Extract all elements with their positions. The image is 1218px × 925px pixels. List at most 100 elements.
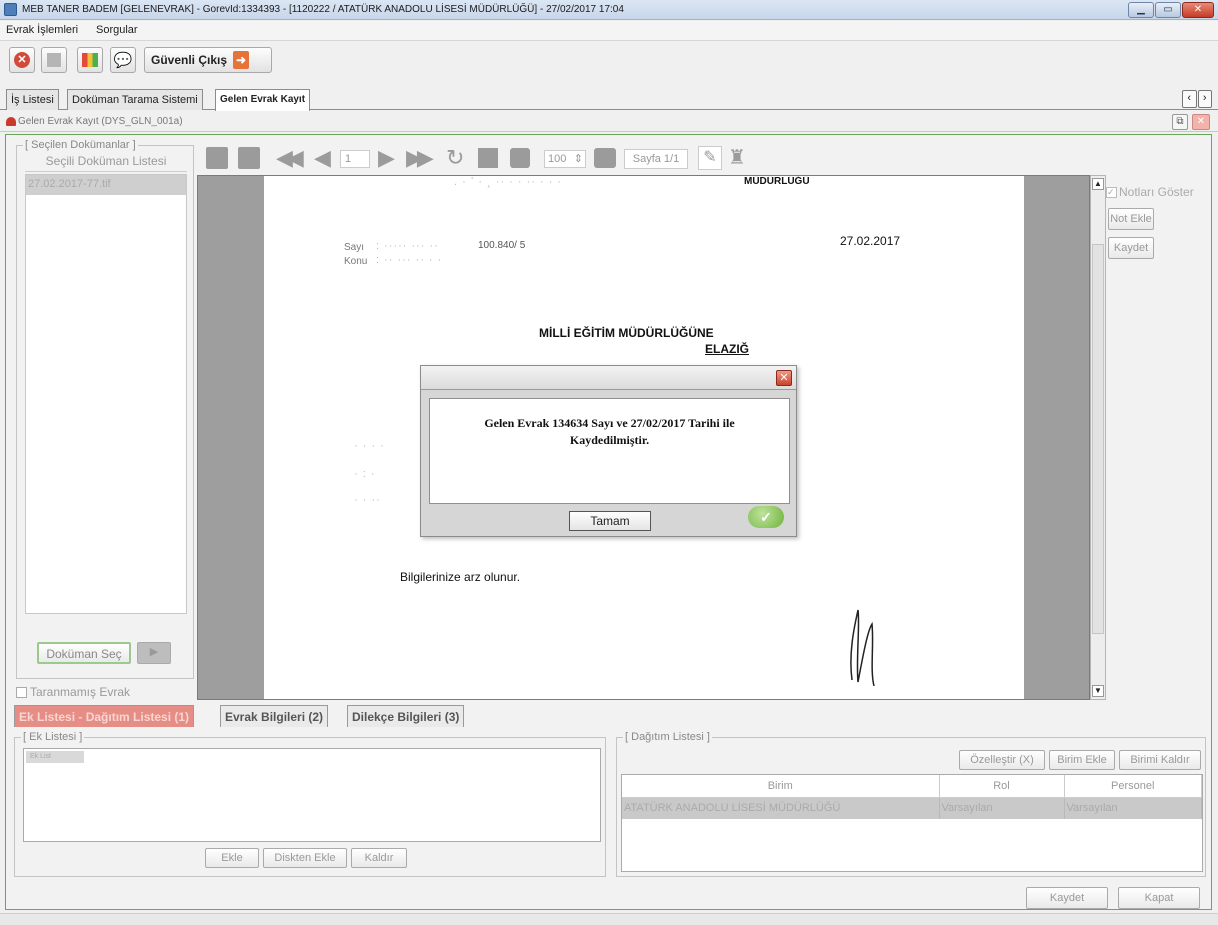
disabled-tool-button[interactable] bbox=[41, 47, 67, 73]
zoom-spin-icon[interactable]: ⇕ bbox=[574, 151, 583, 167]
fit-page-icon[interactable] bbox=[478, 148, 498, 168]
add-note-button[interactable]: Not Ekle bbox=[1108, 208, 1154, 230]
dialog-close-button[interactable]: ✕ bbox=[776, 370, 792, 386]
cancel-icon: ✕ bbox=[14, 52, 30, 68]
status-strip bbox=[0, 913, 1218, 925]
document-header: MÜDÜRLÜĞÜ bbox=[744, 176, 810, 187]
confirmation-dialog: ✕ Gelen Evrak 134634 Sayı ve 27/02/2017 … bbox=[420, 365, 797, 537]
birim-ekle-button[interactable]: Birim Ekle bbox=[1049, 750, 1115, 770]
select-document-button[interactable]: Doküman Seç bbox=[37, 642, 131, 664]
chat-icon: 💬 bbox=[113, 52, 133, 69]
menu-sorgular[interactable]: Sorgular bbox=[96, 24, 138, 36]
rotate-icon[interactable]: ↻ bbox=[446, 145, 464, 171]
last-page-icon[interactable]: ▶▶ bbox=[406, 147, 434, 169]
scroll-thumb[interactable] bbox=[1092, 244, 1104, 634]
main-toolbar: ✕ 💬 Güvenli Çıkış ➜ bbox=[0, 42, 1218, 80]
scan-button[interactable]: ▶ bbox=[137, 642, 171, 664]
unscanned-checkbox-row[interactable]: Taranmamış Evrak bbox=[16, 685, 130, 699]
ek-listesi-group: [ Ek Listesi ] Ek List Ekle Diskten Ekle… bbox=[14, 731, 606, 877]
ek-listesi-list[interactable]: Ek List bbox=[23, 748, 601, 842]
window-titlebar: MEB TANER BADEM [GELENEVRAK] - GorevId:1… bbox=[0, 0, 1218, 20]
ozellestir-button[interactable]: Özelleştir (X) bbox=[959, 750, 1045, 770]
document-closing: Bilgilerinize arz olunur. bbox=[400, 570, 521, 584]
frame-heart-icon bbox=[6, 117, 16, 126]
folder-icon[interactable] bbox=[206, 147, 228, 169]
kaydet-button[interactable]: Kaydet bbox=[1026, 887, 1108, 909]
diskten-ekle-button[interactable]: Diskten Ekle bbox=[263, 848, 347, 868]
zoom-input[interactable]: 100 ⇕ bbox=[544, 150, 586, 168]
col-personel[interactable]: Personel bbox=[1064, 775, 1202, 798]
tab-right-icon[interactable]: › bbox=[1197, 90, 1212, 108]
stamp-icon[interactable]: ♜ bbox=[728, 146, 746, 170]
ek-listesi-legend: [ Ek Listesi ] bbox=[21, 731, 85, 743]
prev-page-icon[interactable]: ◀ bbox=[314, 147, 331, 169]
document-list[interactable]: 27.02.2017-77.tif bbox=[25, 174, 187, 614]
first-page-icon[interactable]: ◀◀ bbox=[276, 147, 304, 169]
secure-exit-button[interactable]: Güvenli Çıkış ➜ bbox=[144, 47, 272, 73]
show-notes-checkbox[interactable]: ✓ bbox=[1106, 186, 1117, 198]
cancel-button[interactable]: ✕ bbox=[9, 47, 35, 73]
dialog-message-line1: Gelen Evrak 134634 Sayı ve 27/02/2017 Ta… bbox=[484, 416, 735, 430]
col-rol[interactable]: Rol bbox=[939, 775, 1065, 798]
frame-title: Gelen Evrak Kayıt (DYS_GLN_001a) bbox=[18, 116, 183, 127]
dialog-ok-button[interactable]: Tamam bbox=[569, 511, 651, 531]
tab-dilekce-bilgileri[interactable]: Dilekçe Bilgileri (3) bbox=[347, 705, 465, 727]
document-konu-blur: : ·· ··· ·· · · bbox=[376, 254, 443, 266]
document-addressee: MİLLİ EĞİTİM MÜDÜRLÜĞÜNE bbox=[539, 326, 714, 340]
scroll-down-icon[interactable]: ▼ bbox=[1092, 685, 1104, 697]
dagitim-table-wrap: Birim Rol Personel ATATÜRK ANADOLU LİSES… bbox=[621, 774, 1203, 872]
tab-gelen-evrak-kayit[interactable]: Gelen Evrak Kayıt bbox=[215, 89, 311, 111]
dialog-titlebar: ✕ bbox=[421, 366, 796, 390]
page-indicator: Sayfa 1/1 bbox=[624, 149, 688, 169]
frame-header: Gelen Evrak Kayıt (DYS_GLN_001a) ⧉ ✕ bbox=[0, 112, 1218, 132]
close-frame-button[interactable]: ✕ bbox=[1192, 114, 1210, 130]
viewer-scrollbar[interactable]: ▲ ▼ bbox=[1090, 175, 1106, 700]
document-sayi-label: Sayı bbox=[344, 242, 365, 253]
save-icon[interactable] bbox=[238, 147, 260, 169]
document-sayi-blur: : ····· ··· ·· bbox=[376, 240, 439, 252]
scan-arrow-icon: ▶ bbox=[149, 646, 159, 658]
menu-evrak-islemleri[interactable]: Evrak İşlemleri bbox=[6, 24, 78, 36]
dagitim-listesi-group: [ Dağıtım Listesi ] Özelleştir (X) Birim… bbox=[616, 731, 1206, 877]
restore-frame-button[interactable]: ⧉ bbox=[1172, 114, 1188, 130]
notes-panel: ✓ Notları Göster Not Ekle Kaydet bbox=[1106, 175, 1206, 700]
messages-button[interactable]: 💬 bbox=[110, 47, 136, 73]
print-icon[interactable] bbox=[594, 148, 616, 168]
dagitim-table: Birim Rol Personel ATATÜRK ANADOLU LİSES… bbox=[622, 775, 1202, 819]
birimi-kaldir-button[interactable]: Birimi Kaldır bbox=[1119, 750, 1201, 770]
annotate-icon[interactable]: ✎ bbox=[698, 146, 722, 170]
unscanned-checkbox[interactable] bbox=[16, 686, 27, 698]
modules-button[interactable] bbox=[77, 47, 103, 73]
row-personel: Varsayılan bbox=[1064, 797, 1202, 819]
scroll-up-icon[interactable]: ▲ bbox=[1092, 178, 1104, 190]
page-number-input[interactable]: 1 bbox=[340, 150, 370, 168]
ek-list-item[interactable]: Ek List bbox=[26, 751, 84, 763]
blank-icon bbox=[47, 53, 61, 67]
secure-exit-label: Güvenli Çıkış bbox=[151, 53, 228, 67]
tab-ek-dagitim[interactable]: Ek Listesi - Dağıtım Listesi (1) bbox=[14, 705, 195, 727]
minimize-button[interactable]: ▁ bbox=[1128, 2, 1154, 18]
col-birim[interactable]: Birim bbox=[622, 775, 940, 798]
save-note-button[interactable]: Kaydet bbox=[1108, 237, 1154, 259]
close-window-button[interactable]: ✕ bbox=[1182, 2, 1214, 18]
ekle-button[interactable]: Ekle bbox=[205, 848, 259, 868]
tab-is-listesi[interactable]: İş Listesi bbox=[6, 89, 59, 110]
tab-evrak-bilgileri[interactable]: Evrak Bilgileri (2) bbox=[220, 705, 329, 727]
document-header-blurred: . · ʼ · ¸ ·· · · ·· · · · bbox=[454, 176, 563, 188]
table-row[interactable]: ATATÜRK ANADOLU LİSESİ MÜDÜRLÜĞÜ Varsayı… bbox=[622, 797, 1202, 819]
kaldir-button[interactable]: Kaldır bbox=[351, 848, 407, 868]
app-icon bbox=[4, 3, 17, 16]
modules-icon bbox=[82, 53, 98, 67]
tab-dokuman-tarama[interactable]: Doküman Tarama Sistemi bbox=[67, 89, 203, 110]
show-notes-checkbox-row[interactable]: ✓ Notları Göster bbox=[1106, 185, 1194, 199]
exit-door-icon: ➜ bbox=[233, 51, 250, 69]
kapat-button[interactable]: Kapat bbox=[1118, 887, 1200, 909]
row-birim: ATATÜRK ANADOLU LİSESİ MÜDÜRLÜĞÜ bbox=[622, 797, 940, 819]
fit-width-icon[interactable] bbox=[510, 148, 530, 168]
tab-left-icon[interactable]: ‹ bbox=[1182, 90, 1197, 108]
maximize-button[interactable]: ▭ bbox=[1155, 2, 1181, 18]
viewer-toolbar: ◀◀ ◀ 1 ▶ ▶▶ ↻ 100 ⇕ Sayfa 1/1 ✎ ♜ bbox=[202, 145, 762, 171]
unscanned-label: Taranmamış Evrak bbox=[30, 685, 131, 699]
document-list-item[interactable]: 27.02.2017-77.tif bbox=[26, 175, 186, 195]
next-page-icon[interactable]: ▶ bbox=[378, 147, 395, 169]
